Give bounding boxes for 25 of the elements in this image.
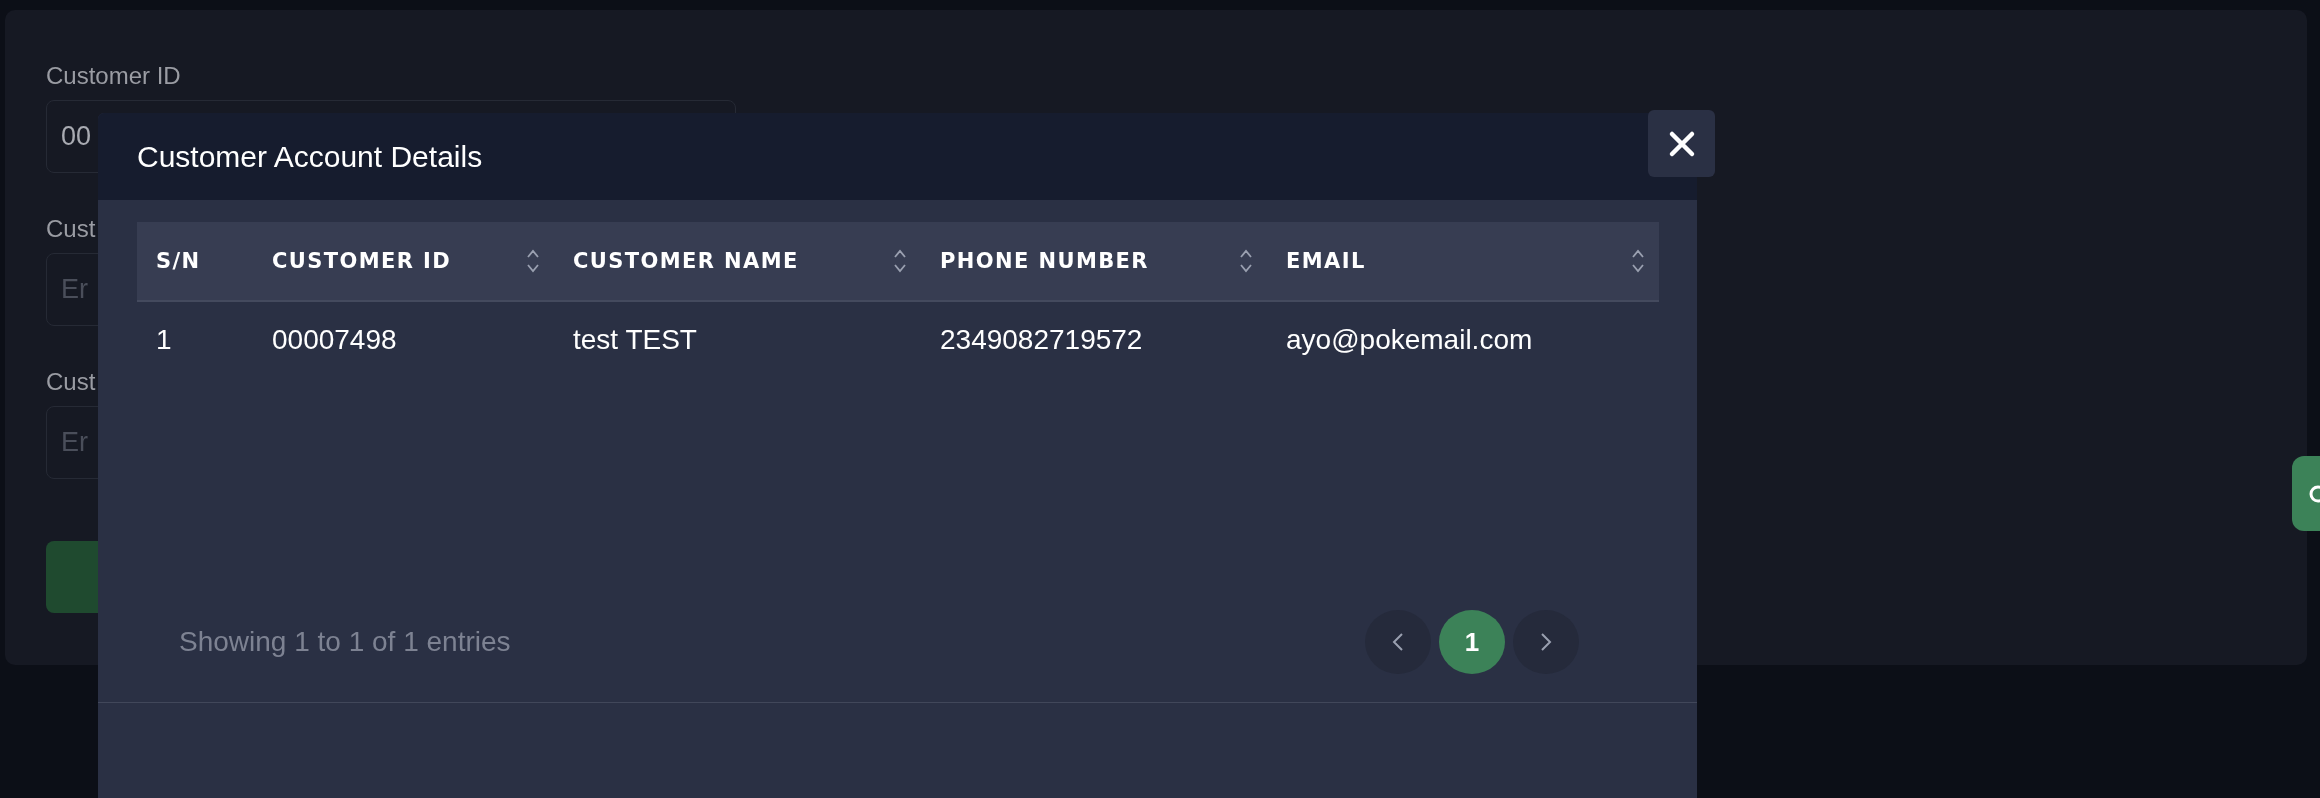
table-cell-text: 00007498 bbox=[271, 323, 398, 357]
page-button[interactable]: 1 bbox=[1439, 610, 1505, 674]
sort-icon[interactable] bbox=[893, 248, 907, 274]
column-header[interactable]: PHONE NUMBER bbox=[940, 249, 1149, 273]
table-cell-text: 1 bbox=[155, 323, 173, 357]
field-label: Customer ID bbox=[46, 62, 182, 90]
sort-icon[interactable] bbox=[526, 248, 540, 274]
sort-icon[interactable] bbox=[1631, 248, 1645, 274]
column-header[interactable]: CUSTOMER NAME bbox=[573, 249, 799, 273]
chevron-right-icon bbox=[1539, 631, 1553, 653]
table-cell-text: test TEST bbox=[572, 323, 698, 357]
field-label: Cust bbox=[46, 215, 97, 243]
close-icon bbox=[1667, 129, 1696, 158]
field-label: Cust bbox=[46, 368, 97, 396]
entries-summary: Showing 1 to 1 of 1 entries bbox=[179, 626, 511, 658]
chevron-left-icon bbox=[1391, 631, 1405, 653]
column-header[interactable]: EMAIL bbox=[1286, 249, 1366, 273]
close-button[interactable] bbox=[1648, 110, 1715, 177]
sort-icon[interactable] bbox=[1239, 248, 1253, 274]
table-cell-text: 2349082719572 bbox=[939, 323, 1144, 357]
column-header[interactable]: CUSTOMER ID bbox=[272, 249, 452, 273]
table-cell-text: ayo@pokemail.com bbox=[1285, 323, 1534, 357]
side-tab[interactable] bbox=[2292, 456, 2320, 531]
column-header[interactable]: S/N bbox=[156, 249, 201, 273]
modal-title: Customer Account Details bbox=[137, 139, 483, 174]
